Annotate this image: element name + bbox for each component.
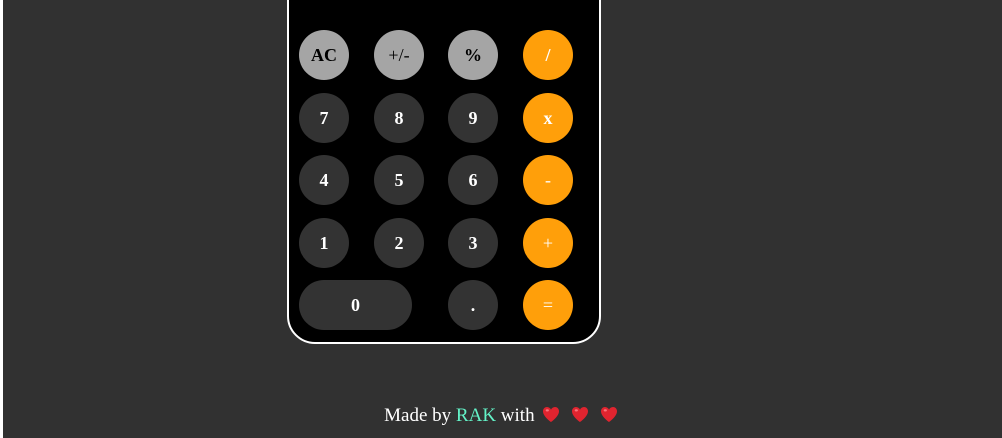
digit-7-button[interactable]: 7 [299,93,349,143]
footer-credit: Made by RAK with [3,405,1002,427]
page-background: AC +/- % / 7 8 9 x 4 5 6 - 1 2 3 + 0 . =… [3,0,1002,438]
all-clear-button[interactable]: AC [299,30,349,80]
digit-4-button[interactable]: 4 [299,155,349,205]
digit-2-button[interactable]: 2 [374,218,424,268]
divide-button[interactable]: / [523,30,573,80]
decimal-point-button[interactable]: . [448,280,498,330]
heart-icon [542,406,560,423]
digit-5-button[interactable]: 5 [374,155,424,205]
digit-1-button[interactable]: 1 [299,218,349,268]
calculator: AC +/- % / 7 8 9 x 4 5 6 - 1 2 3 + 0 . = [287,0,601,344]
heart-icon [600,406,618,423]
percent-button[interactable]: % [448,30,498,80]
author-link[interactable]: RAK [456,405,496,426]
footer-suffix: with [500,405,535,426]
toggle-sign-button[interactable]: +/- [374,30,424,80]
digit-0-button[interactable]: 0 [299,280,412,330]
equals-button[interactable]: = [523,280,573,330]
digit-6-button[interactable]: 6 [448,155,498,205]
add-button[interactable]: + [523,218,573,268]
heart-icon [571,406,589,423]
multiply-button[interactable]: x [523,93,573,143]
subtract-button[interactable]: - [523,155,573,205]
digit-3-button[interactable]: 3 [448,218,498,268]
digit-8-button[interactable]: 8 [374,93,424,143]
digit-9-button[interactable]: 9 [448,93,498,143]
footer-prefix: Made by [384,405,452,426]
